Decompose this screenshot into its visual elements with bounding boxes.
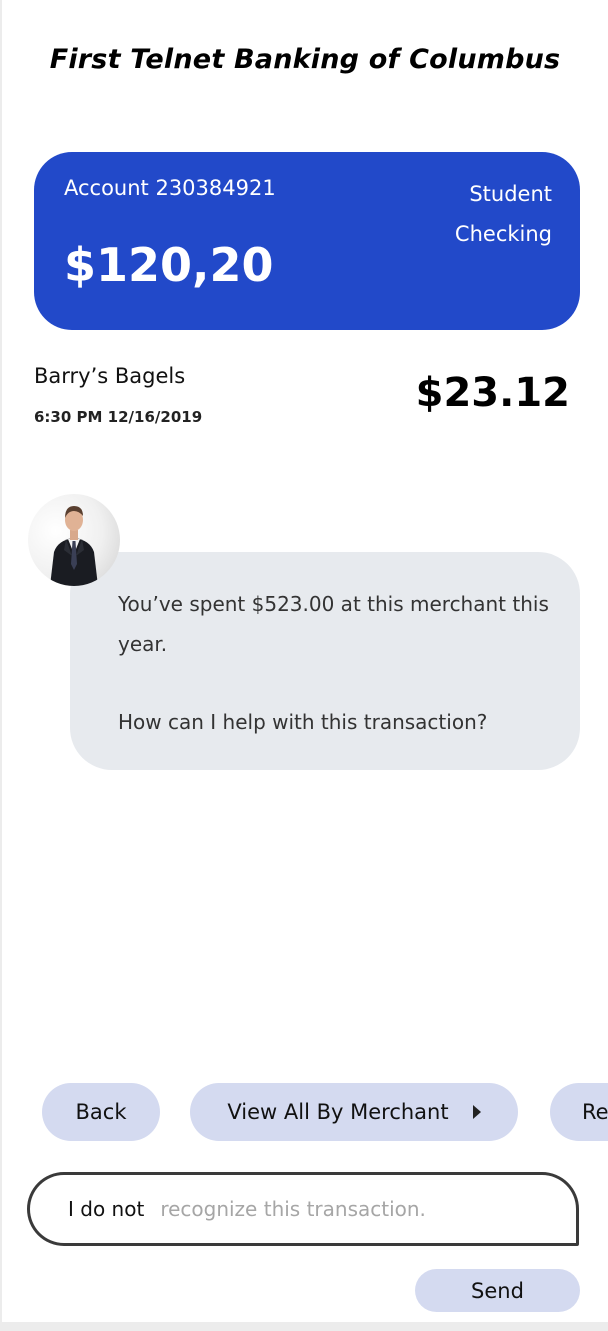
more-action-button[interactable]: Re [550, 1083, 608, 1141]
more-action-label: Re [582, 1100, 608, 1124]
person-avatar-icon-graphic [50, 506, 98, 586]
bank-name-title: First Telnet Banking of Columbus [49, 44, 561, 75]
back-button-label: Back [75, 1100, 127, 1124]
assistant-message-line: You’ve spent $523.00 at this merchant th… [118, 592, 549, 656]
assistant-message-line: How can I help with this transaction? [118, 710, 488, 734]
message-suggestion-text: recognize this transaction. [160, 1197, 426, 1221]
play-arrow-icon [472, 1105, 481, 1119]
send-button[interactable]: Send [415, 1269, 580, 1312]
person-avatar-icon [28, 494, 120, 586]
view-all-by-merchant-button[interactable]: View All By Merchant [190, 1083, 518, 1141]
send-button-label: Send [471, 1278, 524, 1303]
account-type-line2: Checking [454, 222, 552, 246]
back-button[interactable]: Back [42, 1083, 160, 1141]
app-screen: First Telnet Banking of Columbus Account… [2, 0, 608, 1322]
account-number: Account 230384921 [64, 176, 276, 200]
account-type: Student Checking [392, 174, 552, 254]
account-balance: $120,20 [64, 238, 274, 292]
merchant-name: Barry’s Bagels [34, 364, 186, 388]
transaction-amount: $23.12 [415, 370, 570, 416]
view-all-by-merchant-label: View All By Merchant [227, 1100, 449, 1124]
account-card[interactable]: Account 230384921 Student Checking $120,… [34, 152, 580, 330]
account-type-line1: Student [469, 182, 552, 206]
message-typed-text: I do not [68, 1197, 145, 1221]
message-input[interactable]: I do not recognize this transaction. [27, 1172, 579, 1246]
transaction-datetime: 6:30 PM 12/16/2019 [34, 408, 203, 426]
assistant-message-bubble: You’ve spent $523.00 at this merchant th… [70, 552, 580, 770]
